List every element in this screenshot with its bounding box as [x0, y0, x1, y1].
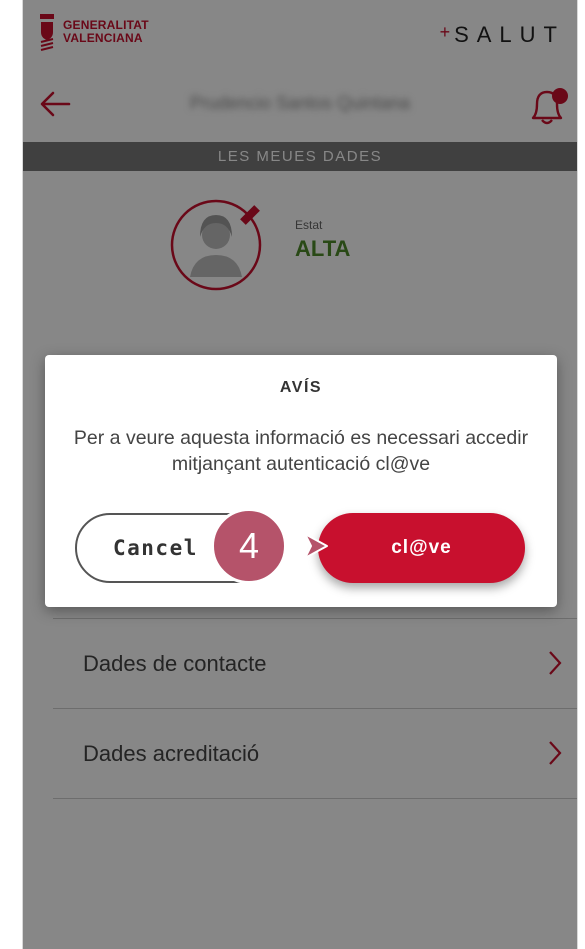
step-badge: 4: [211, 508, 287, 584]
dialog-message: Per a veure aquesta informació es necess…: [73, 427, 529, 475]
alert-dialog: AVÍS Per a veure aquesta informació es n…: [45, 355, 557, 607]
clave-button[interactable]: cl@ve: [318, 513, 525, 583]
arrow-right-icon: [304, 533, 328, 559]
dialog-title: AVÍS: [279, 379, 323, 396]
app-screen: GENERALITAT VALENCIANA + SALUT Prudencio …: [22, 0, 578, 949]
